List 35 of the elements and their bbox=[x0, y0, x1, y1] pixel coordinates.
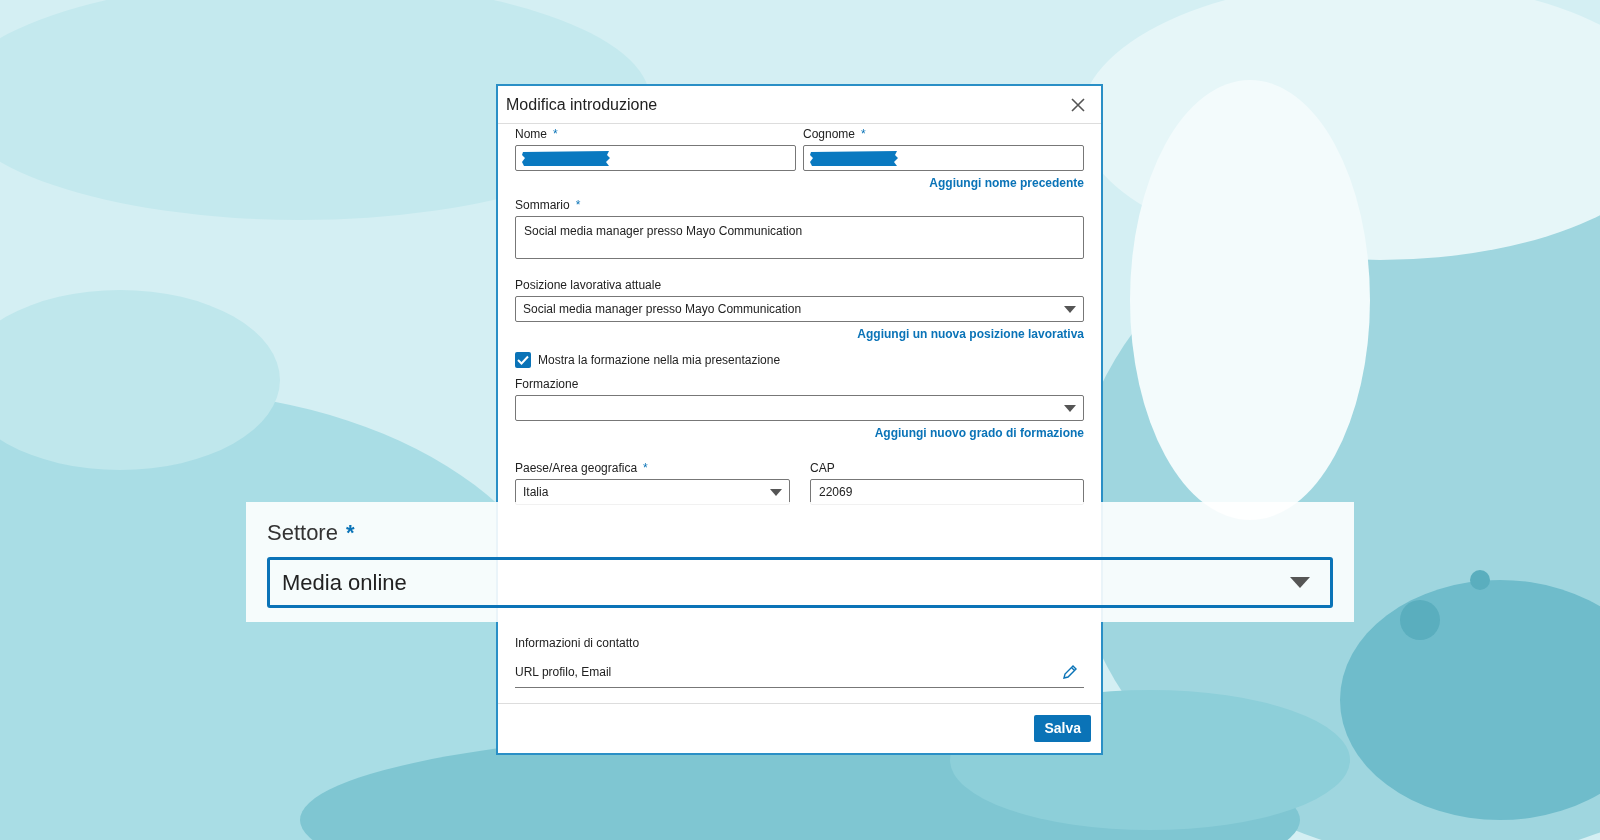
caret-icon bbox=[770, 488, 782, 496]
close-icon[interactable] bbox=[1071, 97, 1085, 112]
add-link[interactable]: Aggiungi nuovo grado di formazione bbox=[874, 426, 1084, 440]
field-label: Nome bbox=[515, 127, 547, 141]
pencil-icon[interactable] bbox=[1062, 664, 1078, 680]
caret-icon bbox=[1064, 404, 1076, 412]
field-label: Informazioni di contatto bbox=[515, 636, 640, 650]
dialog-title: Modifica introduzione bbox=[506, 94, 658, 115]
text-area[interactable]: Social media manager presso Mayo Communication bbox=[515, 216, 1084, 259]
required-mark: * bbox=[553, 127, 558, 141]
caret-icon bbox=[1064, 305, 1076, 313]
checkbox[interactable] bbox=[515, 352, 531, 368]
add-link[interactable]: Aggiungi nome precedente bbox=[929, 176, 1084, 190]
required-mark: * bbox=[643, 461, 648, 475]
save-button[interactable]: Salva bbox=[1034, 715, 1091, 742]
dropdown-field[interactable]: Media online bbox=[267, 557, 1333, 608]
required-mark: * bbox=[575, 198, 581, 212]
caret-icon bbox=[1290, 577, 1310, 588]
dropdown-field[interactable]: Social media manager presso Mayo Communication bbox=[515, 296, 1084, 322]
text-field[interactable] bbox=[803, 145, 1084, 171]
checkbox-label: Mostra la formazione nella mia presentazione bbox=[538, 352, 781, 369]
dropdown-field[interactable] bbox=[515, 395, 1084, 421]
text-field[interactable] bbox=[515, 145, 796, 171]
field-label: CAP bbox=[810, 461, 835, 475]
field-label: Posizione lavorativa attuale bbox=[515, 278, 662, 292]
add-link[interactable]: Aggiungi un nuova posizione lavorativa bbox=[857, 327, 1084, 341]
required-mark: * bbox=[861, 127, 866, 141]
contact-summary: URL profilo, Email bbox=[515, 664, 612, 681]
dropdown-field[interactable]: Italia bbox=[515, 479, 790, 505]
field-label: Settore bbox=[267, 519, 338, 547]
required-mark: * bbox=[345, 519, 355, 547]
field-label: Formazione bbox=[515, 377, 579, 391]
field-label: Sommario bbox=[515, 198, 570, 212]
field-label: Paese/Area geografica bbox=[515, 461, 638, 475]
field-label: Cognome bbox=[803, 127, 856, 141]
